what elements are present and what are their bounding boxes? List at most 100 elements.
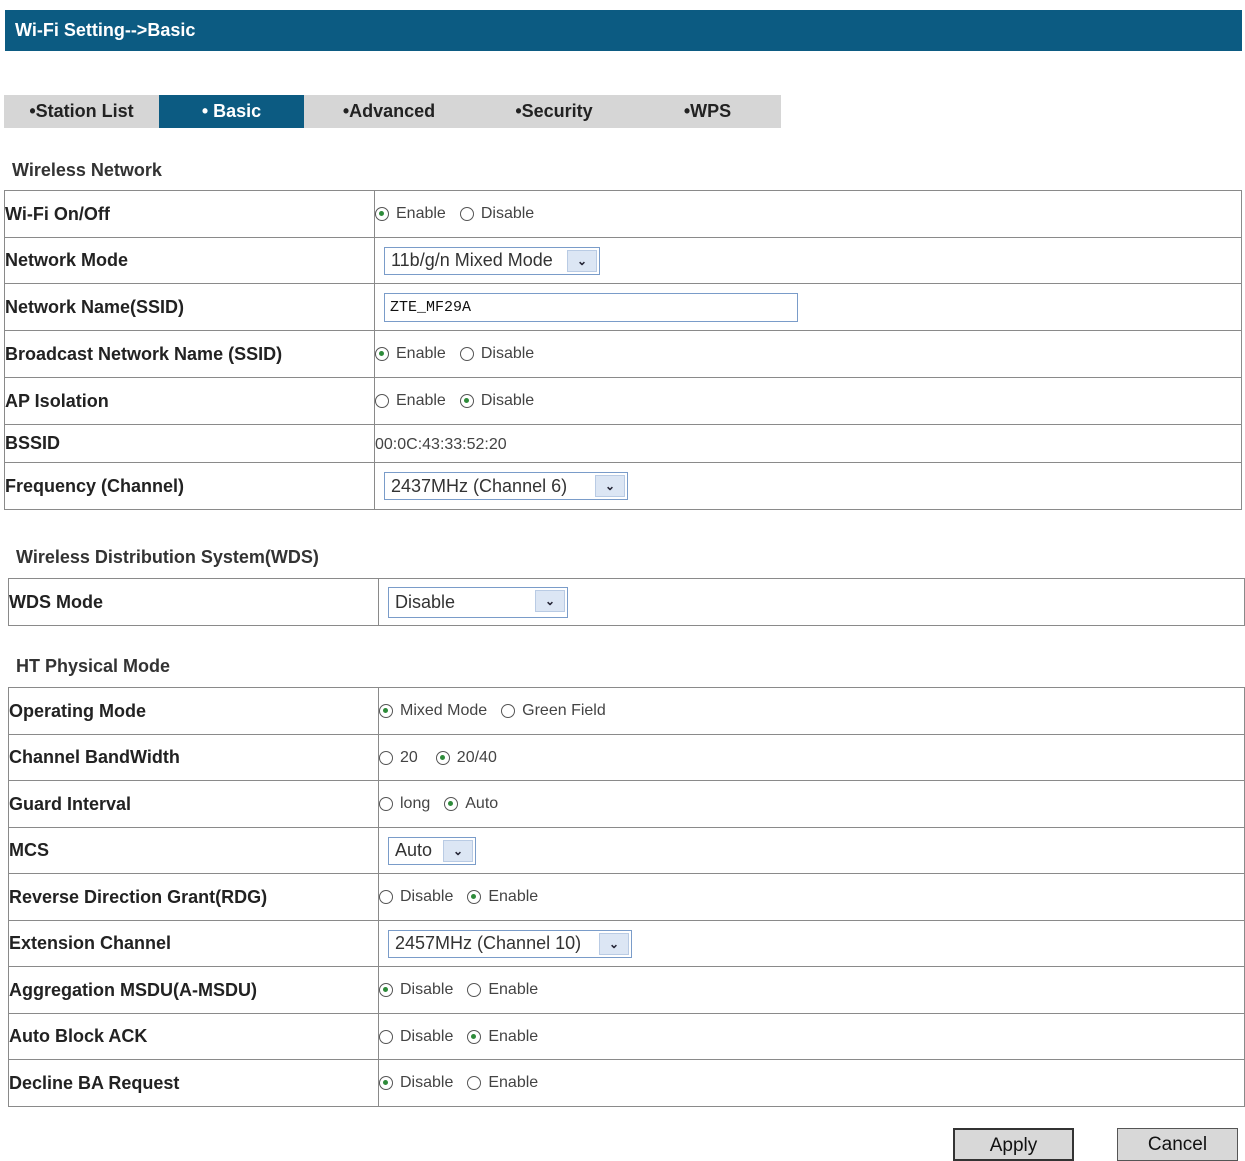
chevron-down-icon: ⌄ [599, 932, 629, 955]
mcs-select[interactable]: Auto ⌄ [388, 836, 476, 865]
rdg-disable-radio[interactable] [379, 890, 393, 904]
green-field-label: Green Field [522, 702, 606, 719]
chevron-down-icon: ⌄ [443, 839, 473, 862]
ap-isolation-label: AP Isolation [4, 377, 375, 425]
row-bssid: BSSID 00:0C:43:33:52:20 [4, 424, 1242, 463]
frequency-label: Frequency (Channel) [4, 462, 375, 510]
operating-mode-label: Operating Mode [8, 687, 379, 735]
wireless-network-table: Wi-Fi On/Off Enable Disable Network Mode… [4, 190, 1242, 510]
mixed-mode-label: Mixed Mode [400, 702, 488, 719]
mcs-label: MCS [8, 827, 379, 874]
auto-block-ack-enable-radio[interactable] [467, 1029, 482, 1044]
amsdu-radio-group: Disable Enable [379, 981, 1244, 999]
row-network-mode: Network Mode 11b/g/n Mixed Mode ⌄ [4, 237, 1242, 284]
guard-interval-radio-group: long Auto [379, 795, 1244, 813]
row-frequency: Frequency (Channel) 2437MHz (Channel 6) … [4, 462, 1242, 510]
ht-physical-mode-table: Operating Mode Mixed Mode Green Field Ch… [8, 687, 1245, 1107]
wds-mode-label: WDS Mode [8, 578, 379, 626]
wds-mode-select[interactable]: Disable ⌄ [388, 586, 568, 618]
tab-bar: •Station List • Basic •Advanced •Securit… [4, 95, 781, 128]
decline-ba-disable-label: Disable [400, 1074, 454, 1091]
row-wifi-onoff: Wi-Fi On/Off Enable Disable [4, 190, 1242, 238]
rdg-radio-group: Disable Enable [379, 888, 1244, 906]
rdg-enable-radio[interactable] [467, 890, 482, 904]
bandwidth-20-40-radio[interactable] [435, 750, 450, 765]
bandwidth-20-40-label: 20/40 [456, 748, 497, 766]
guard-auto-label: Auto [465, 795, 499, 812]
apply-button[interactable]: Apply [953, 1128, 1074, 1161]
wifi-disable-radio[interactable] [459, 207, 474, 221]
rdg-disable-label: Disable [400, 888, 454, 905]
decline-ba-disable-radio[interactable] [379, 1076, 393, 1090]
row-operating-mode: Operating Mode Mixed Mode Green Field [8, 687, 1245, 735]
row-decline-ba: Decline BA Request Disable Enable [8, 1059, 1245, 1107]
operating-mode-radio-group: Mixed Mode Green Field [379, 702, 1244, 720]
row-wds-mode: WDS Mode Disable ⌄ [8, 578, 1245, 626]
row-auto-block-ack: Auto Block ACK Disable Enable [8, 1013, 1245, 1060]
section-title-ht-physical-mode: HT Physical Mode [16, 656, 171, 676]
network-mode-label: Network Mode [4, 237, 375, 284]
broadcast-enable-radio[interactable] [375, 347, 389, 361]
rdg-enable-label: Enable [488, 888, 539, 905]
row-broadcast-ssid: Broadcast Network Name (SSID) Enable Dis… [4, 330, 1242, 378]
row-amsdu: Aggregation MSDU(A-MSDU) Disable Enable [8, 966, 1245, 1014]
chevron-down-icon: ⌄ [595, 475, 625, 497]
broadcast-ssid-label: Broadcast Network Name (SSID) [4, 330, 375, 378]
bandwidth-radio-group: 20 20/40 [379, 749, 1244, 767]
amsdu-enable-label: Enable [488, 981, 539, 998]
tab-advanced[interactable]: •Advanced [304, 95, 474, 128]
row-ap-isolation: AP Isolation Enable Disable [4, 377, 1242, 425]
broadcast-disable-radio[interactable] [459, 347, 474, 361]
auto-block-ack-disable-label: Disable [400, 1027, 454, 1045]
guard-auto-radio[interactable] [444, 797, 459, 811]
tab-station-list[interactable]: •Station List [4, 95, 159, 128]
tab-wps[interactable]: •WPS [634, 95, 781, 128]
ssid-label: Network Name(SSID) [4, 283, 375, 331]
auto-block-ack-label: Auto Block ACK [8, 1013, 379, 1060]
row-guard-interval: Guard Interval long Auto [8, 780, 1245, 828]
broadcast-enable-label: Enable [396, 345, 446, 362]
guard-long-label: long [400, 795, 431, 812]
ap-isolation-enable-radio[interactable] [375, 394, 389, 408]
amsdu-label: Aggregation MSDU(A-MSDU) [8, 966, 379, 1014]
broadcast-radio-group: Enable Disable [375, 345, 1241, 363]
mcs-value: Auto [395, 840, 433, 860]
decline-ba-enable-radio[interactable] [467, 1076, 482, 1090]
tab-security[interactable]: •Security [474, 95, 634, 128]
frequency-value: 2437MHz (Channel 6) [391, 475, 568, 496]
bandwidth-20-label: 20 [400, 748, 418, 766]
cancel-button[interactable]: Cancel [1117, 1128, 1238, 1161]
extension-channel-select[interactable]: 2457MHz (Channel 10) ⌄ [388, 929, 632, 958]
ap-isolation-disable-label: Disable [480, 392, 535, 409]
decline-ba-label: Decline BA Request [8, 1059, 379, 1107]
amsdu-disable-label: Disable [400, 981, 454, 998]
bssid-value: 00:0C:43:33:52:20 [375, 436, 507, 453]
row-rdg: Reverse Direction Grant(RDG) Disable Ena… [8, 873, 1245, 921]
section-title-wds: Wireless Distribution System(WDS) [16, 547, 319, 567]
green-field-radio[interactable] [501, 704, 516, 718]
wds-mode-value: Disable [395, 591, 456, 612]
decline-ba-enable-label: Enable [488, 1074, 539, 1091]
extension-channel-label: Extension Channel [8, 920, 379, 967]
amsdu-disable-radio[interactable] [379, 983, 393, 997]
wifi-disable-label: Disable [480, 205, 535, 222]
wifi-enable-radio[interactable] [375, 207, 389, 221]
row-extension-channel: Extension Channel 2457MHz (Channel 10) ⌄ [8, 920, 1245, 967]
guard-long-radio[interactable] [379, 797, 393, 811]
page-title: Wi-Fi Setting-->Basic [15, 20, 196, 40]
auto-block-ack-disable-radio[interactable] [379, 1029, 393, 1044]
network-mode-select[interactable]: 11b/g/n Mixed Mode ⌄ [384, 246, 600, 275]
frequency-select[interactable]: 2437MHz (Channel 6) ⌄ [384, 472, 628, 500]
tab-basic[interactable]: • Basic [159, 95, 304, 128]
rdg-label: Reverse Direction Grant(RDG) [8, 873, 379, 921]
wifi-onoff-radio-group: Enable Disable [375, 205, 1241, 223]
ap-isolation-enable-label: Enable [396, 392, 446, 409]
chevron-down-icon: ⌄ [567, 249, 597, 272]
bandwidth-20-radio[interactable] [379, 750, 393, 765]
mixed-mode-radio[interactable] [379, 704, 393, 718]
amsdu-enable-radio[interactable] [467, 983, 482, 997]
ssid-input[interactable] [384, 292, 798, 322]
ap-isolation-disable-radio[interactable] [459, 394, 474, 408]
row-mcs: MCS Auto ⌄ [8, 827, 1245, 874]
decline-ba-radio-group: Disable Enable [379, 1074, 1244, 1092]
